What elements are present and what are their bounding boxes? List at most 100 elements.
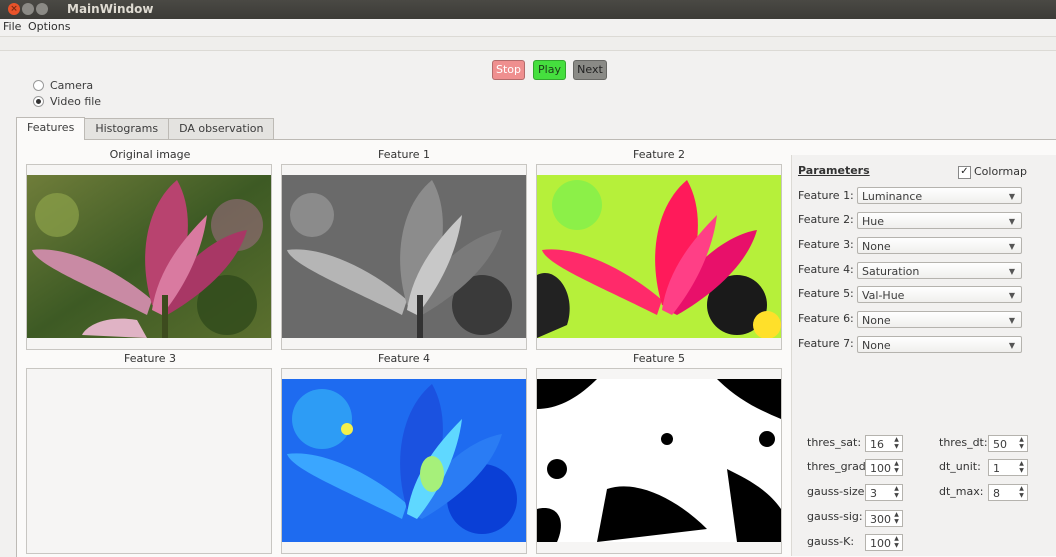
- spin-arrows-icon[interactable]: ▲ ▼: [892, 436, 901, 451]
- close-icon[interactable]: ×: [8, 3, 20, 15]
- thres-dt-label: thres_dt:: [939, 436, 988, 449]
- tab-histograms[interactable]: Histograms: [84, 118, 170, 139]
- colormap-checkbox[interactable]: ✓: [958, 166, 971, 179]
- thres-dt-spinbox[interactable]: 50 ▲ ▼: [988, 435, 1028, 452]
- feature-5-label: Feature 5:: [798, 287, 854, 300]
- gauss-size-value: 3: [870, 487, 877, 500]
- feature-1-label: Feature 1:: [798, 189, 854, 202]
- feature-3-value: None: [862, 240, 891, 253]
- spin-arrows-icon[interactable]: ▲ ▼: [892, 511, 901, 526]
- gauss-size-label: gauss-size:: [807, 485, 869, 498]
- feature-3-select[interactable]: None ▼: [857, 237, 1022, 254]
- feature-7-label: Feature 7:: [798, 337, 854, 350]
- spin-arrows-icon[interactable]: ▲ ▼: [892, 460, 901, 475]
- feature-7-value: None: [862, 339, 891, 352]
- maximize-icon[interactable]: [36, 3, 48, 15]
- feature-6-value: None: [862, 314, 891, 327]
- play-button[interactable]: Play: [533, 60, 566, 80]
- spin-arrows-icon[interactable]: ▲ ▼: [892, 485, 901, 500]
- tab-features[interactable]: Features: [16, 117, 86, 140]
- toolbar: [0, 36, 1056, 51]
- camera-label: Camera: [50, 79, 94, 92]
- chevron-down-icon: ▼: [1008, 341, 1015, 350]
- feature-1-title: Feature 1: [377, 148, 431, 161]
- thres-sat-label: thres_sat:: [807, 436, 862, 449]
- feature-4-label: Feature 4:: [798, 263, 854, 276]
- menu-bar: File Options: [0, 19, 1056, 35]
- feature-1-value: Luminance: [862, 190, 923, 203]
- spin-arrows-icon[interactable]: ▲ ▼: [1017, 485, 1026, 500]
- chevron-down-icon: ▼: [1008, 316, 1015, 325]
- gauss-k-label: gauss-K:: [807, 535, 855, 548]
- menu-file[interactable]: File: [3, 20, 21, 33]
- feature-7-select[interactable]: None ▼: [857, 336, 1022, 353]
- feature-6-label: Feature 6:: [798, 312, 854, 325]
- chevron-down-icon: ▼: [1008, 217, 1015, 226]
- dt-max-label: dt_max:: [939, 485, 984, 498]
- feature-3-label: Feature 3:: [798, 238, 854, 251]
- dt-unit-spinbox[interactable]: 1 ▲ ▼: [988, 459, 1028, 476]
- thres-grad-spinbox[interactable]: 100 ▲ ▼: [865, 459, 903, 476]
- tab-bar: Features Histograms DA observation: [16, 117, 275, 140]
- feature-1-image: [281, 164, 527, 350]
- dt-max-value: 8: [993, 487, 1000, 500]
- thres-sat-spinbox[interactable]: 16 ▲ ▼: [865, 435, 903, 452]
- gauss-size-spinbox[interactable]: 3 ▲ ▼: [865, 484, 903, 501]
- feature-5-value: Val-Hue: [862, 289, 905, 302]
- flower-photo: [27, 175, 271, 338]
- camera-radio[interactable]: [33, 80, 44, 91]
- dt-unit-label: dt_unit:: [939, 460, 981, 473]
- thres-grad-value: 100: [870, 462, 891, 475]
- original-image: [26, 164, 272, 350]
- gauss-k-spinbox[interactable]: 100 ▲ ▼: [865, 534, 903, 551]
- val-hue-image: [537, 379, 781, 542]
- spin-arrows-icon[interactable]: ▲ ▼: [1017, 460, 1026, 475]
- next-button[interactable]: Next: [573, 60, 607, 80]
- saturation-image: [282, 379, 526, 542]
- gauss-k-value: 100: [870, 537, 891, 550]
- feature-5-image: [536, 368, 782, 554]
- spin-arrows-icon[interactable]: ▲ ▼: [1017, 436, 1026, 451]
- video-file-radio[interactable]: [33, 96, 44, 107]
- feature-4-image: [281, 368, 527, 554]
- dt-max-spinbox[interactable]: 8 ▲ ▼: [988, 484, 1028, 501]
- feature-5-title: Feature 5: [632, 352, 686, 365]
- luminance-image: [282, 175, 526, 338]
- spin-arrows-icon[interactable]: ▲ ▼: [892, 535, 901, 550]
- feature-2-image: [536, 164, 782, 350]
- hue-image: [537, 175, 781, 338]
- video-radio-row[interactable]: Video file: [33, 95, 101, 108]
- parameters-panel: Parameters ✓ Colormap Feature 1: Luminan…: [791, 155, 1056, 556]
- gauss-sig-spinbox[interactable]: 300 ▲ ▼: [865, 510, 903, 527]
- feature-1-select[interactable]: Luminance ▼: [857, 187, 1022, 204]
- chevron-down-icon: ▼: [1008, 291, 1015, 300]
- minimize-icon[interactable]: [22, 3, 34, 15]
- colormap-label: Colormap: [974, 165, 1027, 178]
- chevron-down-icon: ▼: [1008, 267, 1015, 276]
- feature-3-title: Feature 3: [123, 352, 177, 365]
- feature-5-select[interactable]: Val-Hue ▼: [857, 286, 1022, 303]
- feature-4-select[interactable]: Saturation ▼: [857, 262, 1022, 279]
- feature-4-value: Saturation: [862, 265, 920, 278]
- tab-da-observation[interactable]: DA observation: [168, 118, 275, 139]
- feature-2-label: Feature 2:: [798, 213, 854, 226]
- video-file-label: Video file: [50, 95, 102, 108]
- parameters-title: Parameters: [798, 164, 870, 177]
- feature-2-value: Hue: [862, 215, 885, 228]
- menu-options[interactable]: Options: [28, 20, 70, 33]
- feature-6-select[interactable]: None ▼: [857, 311, 1022, 328]
- dt-unit-value: 1: [993, 462, 1000, 475]
- camera-radio-row[interactable]: Camera: [33, 79, 93, 92]
- window-title: MainWindow: [67, 2, 154, 16]
- chevron-down-icon: ▼: [1008, 192, 1015, 201]
- stop-button[interactable]: Stop: [492, 60, 525, 80]
- feature-4-title: Feature 4: [377, 352, 431, 365]
- original-image-title: Original image: [109, 148, 191, 161]
- feature-2-select[interactable]: Hue ▼: [857, 212, 1022, 229]
- feature-2-title: Feature 2: [632, 148, 686, 161]
- gauss-sig-value: 300: [870, 513, 891, 526]
- thres-sat-value: 16: [870, 438, 884, 451]
- feature-3-image: [26, 368, 272, 554]
- chevron-down-icon: ▼: [1008, 242, 1015, 251]
- title-bar: × MainWindow: [0, 0, 1056, 19]
